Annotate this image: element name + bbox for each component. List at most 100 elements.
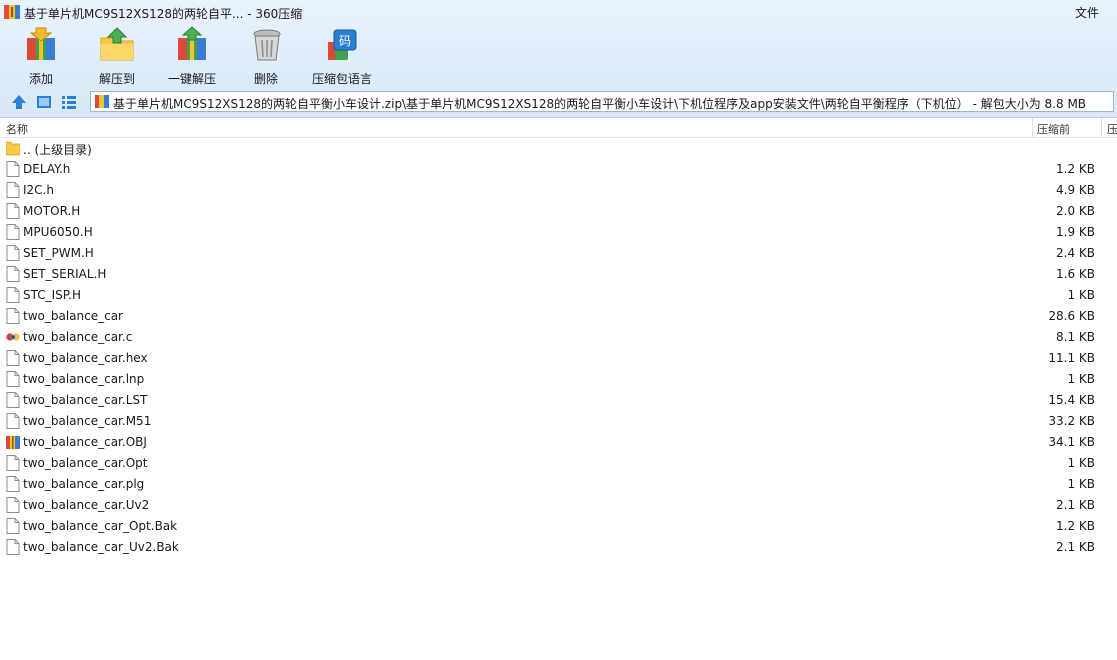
file-row[interactable]: DELAY.h 1.2 KB — [0, 159, 1117, 180]
zip-archive-icon — [95, 95, 109, 108]
title-bar: 基于单片机MC9S12XS128的两轮自平... - 360压缩 文件 — [0, 0, 1117, 24]
file-icon — [6, 350, 20, 366]
add-button[interactable]: 添加 — [18, 26, 64, 86]
file-icon — [6, 161, 20, 177]
address-bar: 基于单片机MC9S12XS128的两轮自平衡小车设计.zip\基于单片机MC9S… — [0, 90, 1117, 114]
file-size: 1.9 KB — [1056, 225, 1095, 239]
file-row[interactable]: STC_ISP.H 1 KB — [0, 285, 1117, 306]
file-name: two_balance_car.Opt — [23, 456, 148, 470]
up-arrow-icon[interactable] — [10, 93, 28, 111]
file-row[interactable]: two_balance_car.LST 15.4 KB — [0, 390, 1117, 411]
file-size: 28.6 KB — [1048, 309, 1095, 323]
column-separator[interactable] — [1101, 118, 1102, 137]
file-row[interactable]: two_balance_car.M51 33.2 KB — [0, 411, 1117, 432]
file-size: 1 KB — [1067, 288, 1095, 302]
file-size: 15.4 KB — [1048, 393, 1095, 407]
column-name[interactable]: 名称 — [6, 121, 28, 137]
file-icon — [6, 203, 20, 219]
file-name: STC_ISP.H — [23, 288, 81, 302]
one-click-extract-icon — [178, 26, 206, 60]
file-icon — [6, 392, 20, 408]
file-name: DELAY.h — [23, 162, 71, 176]
file-row[interactable]: two_balance_car.plg 1 KB — [0, 474, 1117, 495]
file-icon — [6, 497, 20, 513]
column-compressed-size[interactable]: 压缩前 — [1037, 121, 1070, 137]
delete-button[interactable]: 删除 — [248, 26, 284, 86]
file-icon — [6, 287, 20, 303]
file-name: two_balance_car_Uv2.Bak — [23, 540, 179, 554]
file-name: two_balance_car.hex — [23, 351, 148, 365]
extract-to-icon — [100, 27, 134, 61]
file-name: SET_PWM.H — [23, 246, 94, 260]
file-size: 1 KB — [1067, 372, 1095, 386]
column-header: 名称 压缩前 压 — [0, 118, 1117, 138]
column-extra[interactable]: 压 — [1107, 121, 1117, 137]
file-size: 2.4 KB — [1056, 246, 1095, 260]
file-row[interactable]: two_balance_car 28.6 KB — [0, 306, 1117, 327]
file-row[interactable]: MPU6050.H 1.9 KB — [0, 222, 1117, 243]
file-icon — [6, 371, 20, 387]
file-row[interactable]: SET_PWM.H 2.4 KB — [0, 243, 1117, 264]
file-row[interactable]: two_balance_car.OBJ 34.1 KB — [0, 432, 1117, 453]
file-name: two_balance_car.LST — [23, 393, 148, 407]
file-size: 2.0 KB — [1056, 204, 1095, 218]
file-icon — [6, 266, 20, 282]
delete-icon — [253, 29, 281, 61]
file-name: MOTOR.H — [23, 204, 81, 218]
add-icon — [27, 27, 55, 60]
file-row[interactable]: MOTOR.H 2.0 KB — [0, 201, 1117, 222]
file-icon — [6, 308, 20, 324]
file-size: 2.1 KB — [1056, 540, 1095, 554]
app-icon — [4, 5, 20, 19]
window-title: 基于单片机MC9S12XS128的两轮自平... - 360压缩 — [24, 7, 303, 21]
file-row[interactable]: two_balance_car.Uv2 2.1 KB — [0, 495, 1117, 516]
column-separator[interactable] — [1032, 118, 1033, 137]
window-chrome: 基于单片机MC9S12XS128的两轮自平... - 360压缩 文件 添加 解… — [0, 0, 1117, 118]
file-size: 2.1 KB — [1056, 498, 1095, 512]
file-size: 11.1 KB — [1048, 351, 1095, 365]
file-size: 4.9 KB — [1056, 183, 1095, 197]
file-row[interactable]: two_balance_car.lnp 1 KB — [0, 369, 1117, 390]
add-label: 添加 — [28, 72, 53, 86]
file-icon — [6, 413, 20, 429]
large-icon-view-icon[interactable] — [35, 93, 53, 111]
file-size: 1.6 KB — [1056, 267, 1095, 281]
archive-encoding-button[interactable]: 码 压缩包语言 — [310, 26, 374, 86]
archive-file-icon — [6, 436, 20, 449]
file-icon — [6, 182, 20, 198]
file-row[interactable]: two_balance_car_Uv2.Bak 2.1 KB — [0, 537, 1117, 558]
file-row[interactable]: two_balance_car.hex 11.1 KB — [0, 348, 1117, 369]
file-name: SET_SERIAL.H — [23, 267, 107, 281]
menu-file[interactable]: 文件 — [1075, 4, 1099, 21]
file-row[interactable]: SET_SERIAL.H 1.6 KB — [0, 264, 1117, 285]
file-row[interactable]: I2C.h 4.9 KB — [0, 180, 1117, 201]
extract-to-button[interactable]: 解压到 — [95, 26, 139, 86]
file-name: I2C.h — [23, 183, 54, 197]
parent-folder-row[interactable]: .. (上级目录) — [0, 138, 1117, 159]
file-icon — [6, 518, 20, 534]
file-name: two_balance_car.M51 — [23, 414, 152, 428]
c-source-icon — [6, 333, 20, 341]
file-size: 1 KB — [1067, 477, 1095, 491]
delete-label: 删除 — [253, 72, 278, 86]
file-size: 34.1 KB — [1048, 435, 1095, 449]
path-field[interactable]: 基于单片机MC9S12XS128的两轮自平衡小车设计.zip\基于单片机MC9S… — [90, 91, 1114, 112]
one-click-extract-label: 一键解压 — [167, 72, 216, 86]
file-row[interactable]: two_balance_car_Opt.Bak 1.2 KB — [0, 516, 1117, 537]
list-view-icon[interactable] — [60, 93, 78, 111]
file-row[interactable]: two_balance_car.c 8.1 KB — [0, 327, 1117, 348]
file-name: two_balance_car.plg — [23, 477, 145, 491]
file-size: 1.2 KB — [1056, 519, 1095, 533]
one-click-extract-button[interactable]: 一键解压 — [166, 26, 218, 86]
archive-encoding-label: 压缩包语言 — [311, 72, 372, 86]
file-size: 1 KB — [1067, 456, 1095, 470]
file-row[interactable]: two_balance_car.Opt 1 KB — [0, 453, 1117, 474]
file-name: .. (上级目录) — [23, 143, 92, 157]
file-size: 1.2 KB — [1056, 162, 1095, 176]
file-list: .. (上级目录) DELAY.h 1.2 KB I2C.h 4.9 KB MOTOR.H… — [0, 138, 1117, 660]
archive-encoding-icon: 码 — [328, 29, 357, 60]
file-name: two_balance_car_Opt.Bak — [23, 519, 178, 533]
toolbar: 添加 解压到 一键解压 删除 码 压缩包语言 — [0, 26, 700, 86]
file-name: two_balance_car — [23, 309, 123, 323]
file-name: MPU6050.H — [23, 225, 93, 239]
